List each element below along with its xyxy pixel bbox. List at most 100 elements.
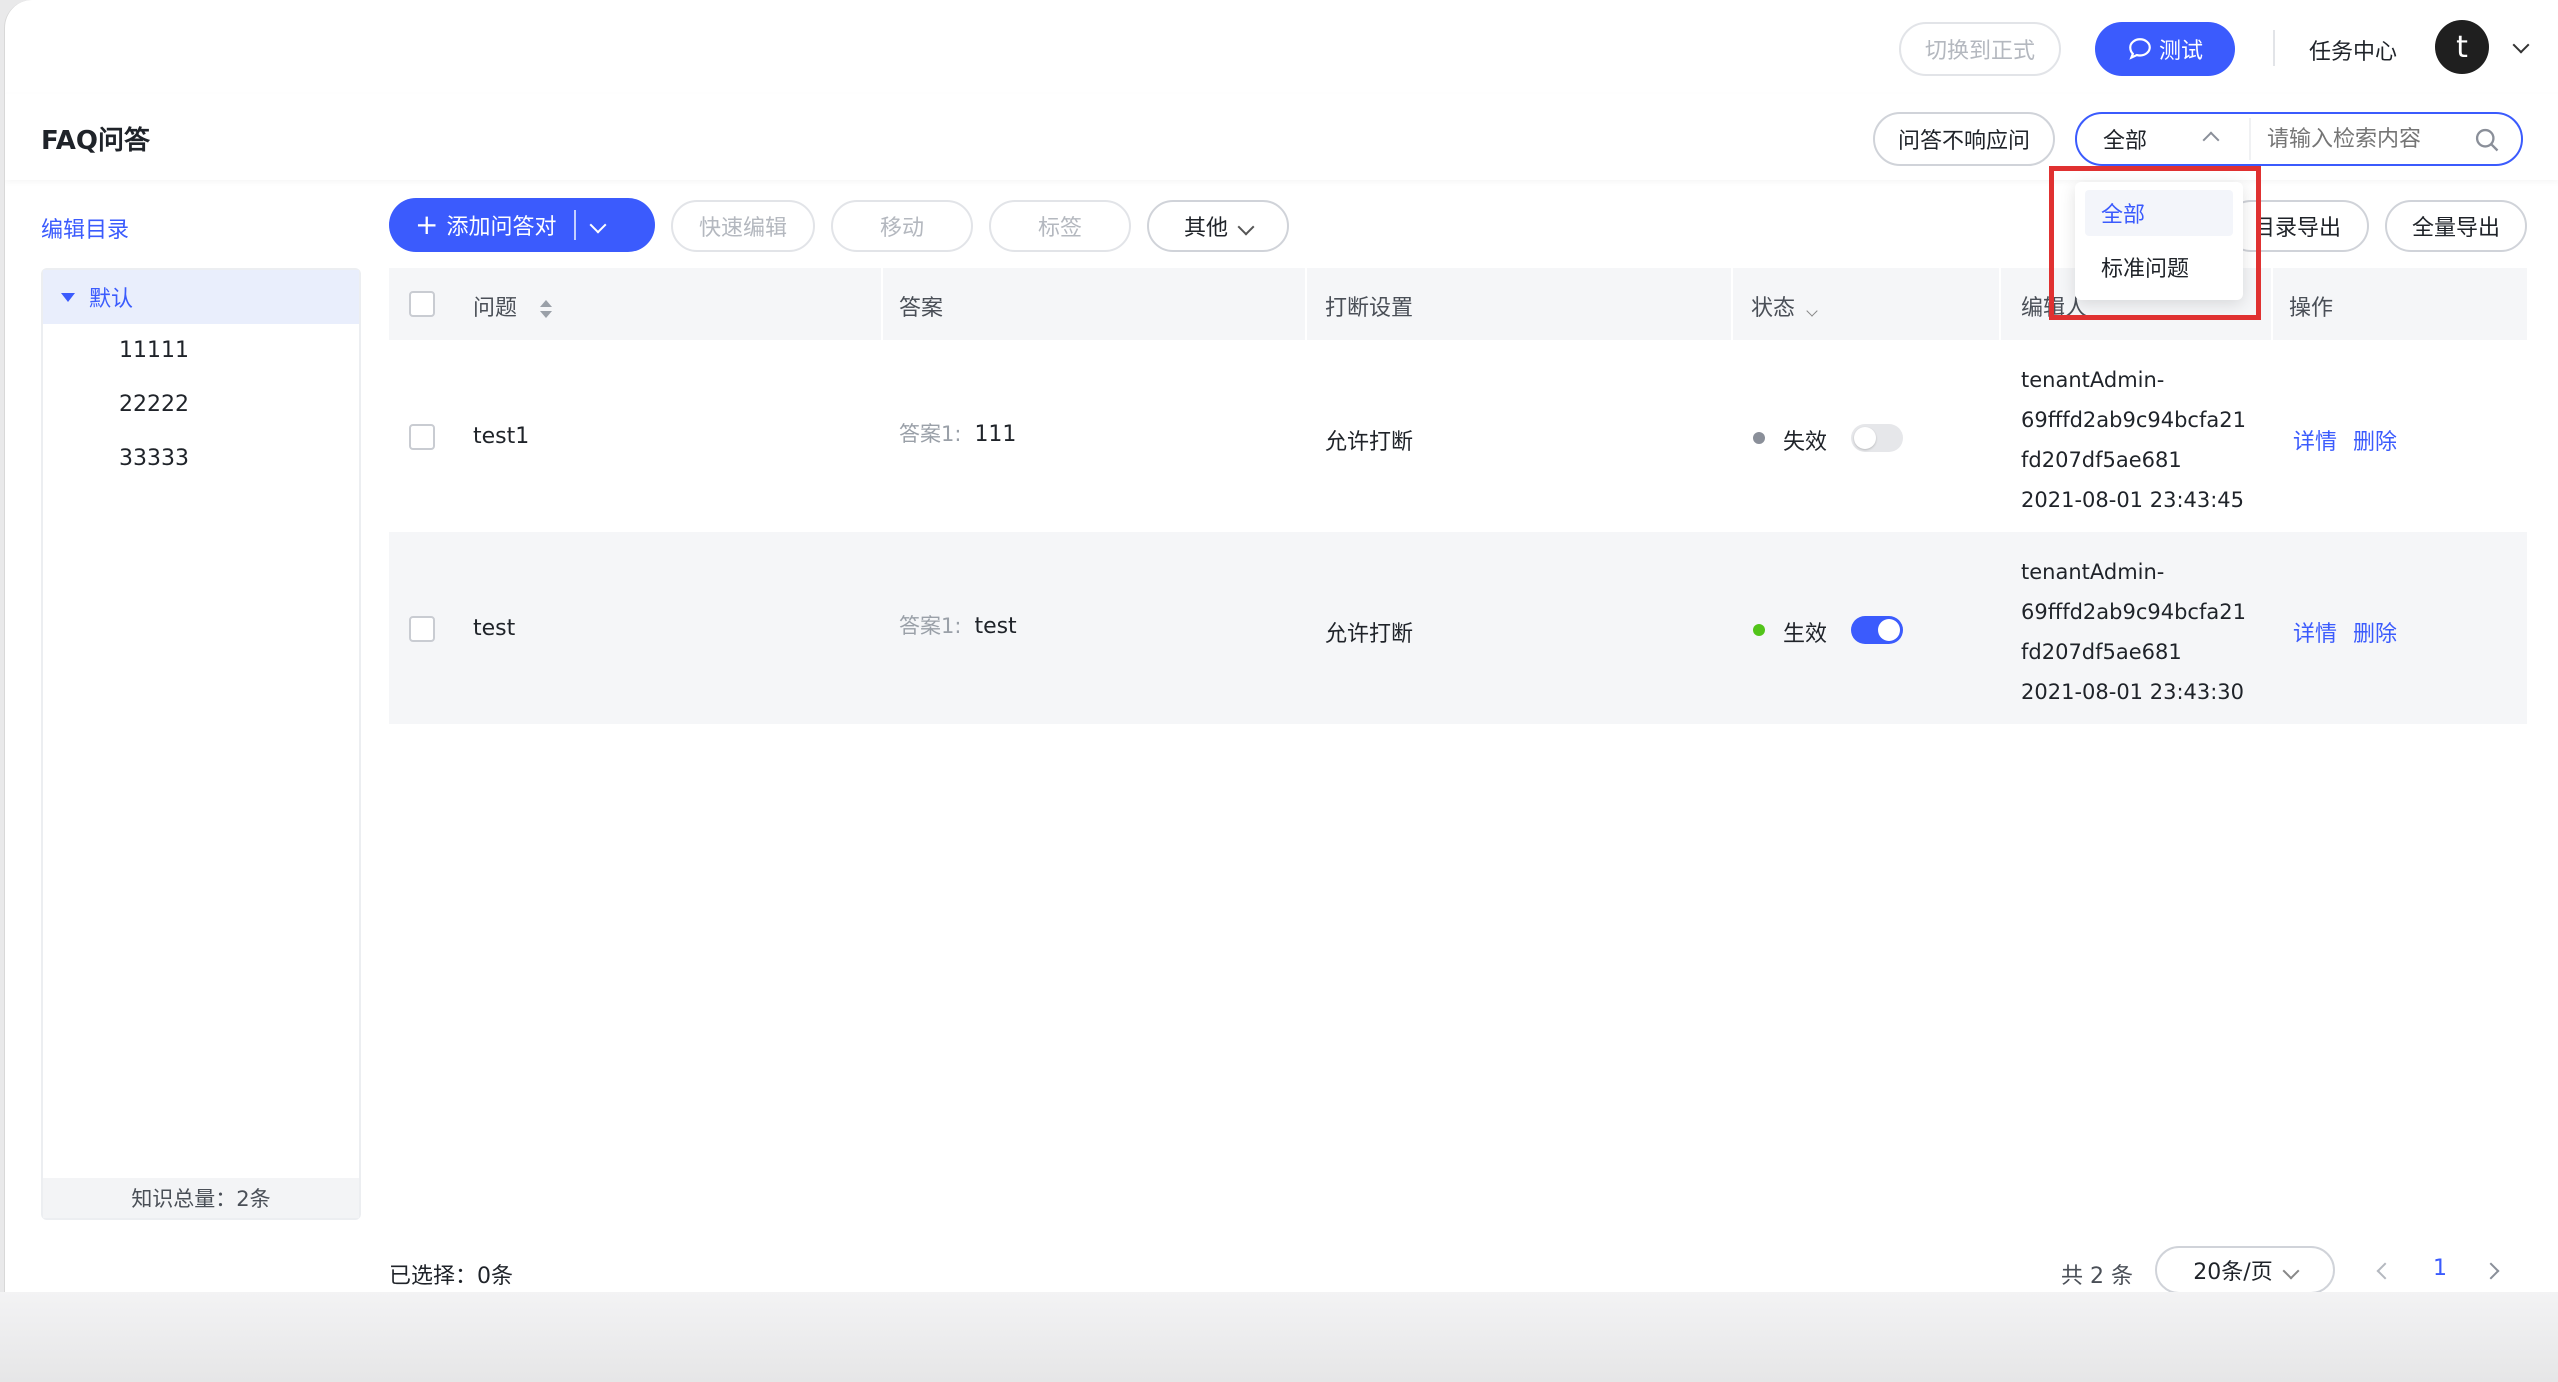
tree-node-child[interactable]: 33333: [119, 446, 189, 471]
table-row: test1 答案1: 111 允许打断 失效 tenantAdmin- 69ff…: [389, 340, 2527, 532]
col-divider: [1731, 268, 1733, 340]
answer-text: 111: [974, 422, 1017, 447]
quick-edit-button[interactable]: 快速编辑: [671, 200, 815, 252]
delete-link[interactable]: 删除: [2353, 616, 2397, 648]
topbar-divider: [2273, 30, 2275, 66]
prev-page-icon[interactable]: [2376, 1262, 2394, 1281]
total-count: 共 2 条: [2061, 1264, 2133, 1289]
col-divider: [2271, 268, 2273, 340]
column-header-actions: 操作: [2289, 296, 2334, 321]
app-window: 切换到正式 测试 任务中心 t FAQ问答 问答不响应问 全部 编辑目录 默认: [4, 0, 2558, 1292]
next-page-icon[interactable]: [2482, 1262, 2500, 1281]
tree-node-root[interactable]: 默认: [43, 270, 359, 324]
answer-prefix: 答案1:: [899, 614, 962, 638]
task-center-link[interactable]: 任务中心: [2309, 34, 2397, 66]
editor-line: 69fffd2ab9c94bcfa21: [2021, 600, 2246, 624]
editor-line: 2021-08-01 23:43:30: [2021, 680, 2245, 704]
tag-label: 标签: [1037, 216, 1082, 241]
search-input[interactable]: [2265, 120, 2465, 158]
detail-link[interactable]: 详情: [2293, 616, 2337, 648]
select-all-checkbox[interactable]: [409, 291, 435, 317]
full-export-button[interactable]: 全量导出: [2385, 200, 2527, 252]
row-question: test1: [473, 424, 530, 449]
highlight-box: [2049, 166, 2261, 320]
detail-link[interactable]: 详情: [2293, 424, 2337, 456]
search-divider: [2249, 118, 2251, 160]
status-dot: [1753, 624, 1765, 636]
tree-node-child[interactable]: 22222: [119, 392, 189, 417]
filter-select[interactable]: 全部: [2077, 114, 2249, 164]
tag-button[interactable]: 标签: [989, 200, 1131, 252]
col-divider: [1999, 268, 2001, 340]
row-editor: tenantAdmin- 69fffd2ab9c94bcfa21 fd207df…: [2021, 360, 2246, 520]
bottom-strip: [0, 1292, 2558, 1382]
tree-node-child[interactable]: 11111: [119, 338, 189, 363]
test-button-label: 测试: [2158, 39, 2203, 64]
row-status: 生效: [1783, 622, 1828, 647]
add-qa-label: 添加问答对: [446, 215, 557, 240]
account-chevron-down-icon[interactable]: [2503, 36, 2530, 55]
column-header-status[interactable]: 状态: [1751, 290, 1818, 322]
caret-down-icon: [61, 292, 75, 302]
add-qa-button[interactable]: + 添加问答对: [389, 198, 655, 252]
column-question-label: 问题: [473, 296, 518, 321]
delete-link[interactable]: 删除: [2353, 424, 2397, 456]
answer-prefix: 答案1:: [899, 422, 962, 446]
editor-line: tenantAdmin-: [2021, 368, 2165, 392]
chevron-up-icon: [2202, 127, 2220, 152]
tree-root-label: 默认: [89, 287, 134, 312]
row-answer: 答案1: test: [899, 610, 1017, 640]
table-row: test 答案1: test 允许打断 生效 tenantAdmin- 69ff…: [389, 532, 2527, 724]
page-size-value: 20条/页: [2193, 1260, 2273, 1285]
column-header-answer: 答案: [899, 296, 944, 321]
catalog-tree: 默认 11111 22222 33333 知识总量：2条: [41, 268, 361, 1220]
editor-line: 69fffd2ab9c94bcfa21: [2021, 408, 2246, 432]
row-interrupt: 允许打断: [1325, 430, 1414, 455]
status-toggle[interactable]: [1851, 424, 1903, 452]
row-checkbox[interactable]: [409, 616, 435, 642]
column-status-label: 状态: [1751, 296, 1796, 321]
avatar[interactable]: t: [2435, 20, 2489, 74]
editor-line: 2021-08-01 23:43:45: [2021, 488, 2245, 512]
other-chevron-down-icon: [1228, 214, 1255, 239]
switch-formal-button[interactable]: 切换到正式: [1899, 22, 2061, 76]
switch-formal-label: 切换到正式: [1924, 39, 2035, 64]
avatar-letter: t: [2456, 29, 2468, 65]
edit-catalog-link[interactable]: 编辑目录: [41, 212, 129, 244]
page-size-select[interactable]: 20条/页: [2155, 1246, 2335, 1292]
add-qa-chevron-down-icon[interactable]: [589, 212, 607, 237]
other-button[interactable]: 其他: [1147, 200, 1289, 252]
filter-selected-value: 全部: [2103, 129, 2148, 154]
row-status: 失效: [1783, 430, 1828, 455]
sort-icon[interactable]: [538, 298, 554, 320]
row-checkbox[interactable]: [409, 424, 435, 450]
plus-icon: +: [415, 208, 439, 241]
knowledge-total-label: 知识总量：2条: [131, 1187, 271, 1211]
test-button[interactable]: 测试: [2095, 22, 2235, 76]
editor-line: fd207df5ae681: [2021, 448, 2182, 472]
page-title: FAQ问答: [41, 126, 151, 156]
current-page[interactable]: 1: [2433, 1256, 2447, 1281]
col-divider: [881, 268, 883, 340]
knowledge-total: 知识总量：2条: [43, 1178, 359, 1218]
status-toggle[interactable]: [1851, 616, 1903, 644]
other-label: 其他: [1183, 216, 1228, 241]
search-icon[interactable]: [2473, 126, 2501, 154]
unanswered-button[interactable]: 问答不响应问: [1873, 112, 2055, 166]
catalog-export-label: 目录导出: [2252, 216, 2341, 241]
selected-count: 已选择：0条: [389, 1264, 513, 1289]
status-dot: [1753, 432, 1765, 444]
column-header-question[interactable]: 问题: [473, 290, 554, 322]
answer-text: test: [974, 614, 1017, 639]
status-filter-chevron-down-icon: [1802, 296, 1818, 321]
row-interrupt: 允许打断: [1325, 622, 1414, 647]
quick-edit-label: 快速编辑: [698, 216, 787, 241]
column-header-interrupt: 打断设置: [1325, 296, 1414, 321]
move-label: 移动: [879, 216, 924, 241]
search-group: 全部: [2075, 112, 2523, 166]
row-answer: 答案1: 111: [899, 418, 1016, 448]
editor-line: fd207df5ae681: [2021, 640, 2182, 664]
unanswered-label: 问答不响应问: [1897, 129, 2030, 154]
row-question: test: [473, 616, 516, 641]
move-button[interactable]: 移动: [831, 200, 973, 252]
